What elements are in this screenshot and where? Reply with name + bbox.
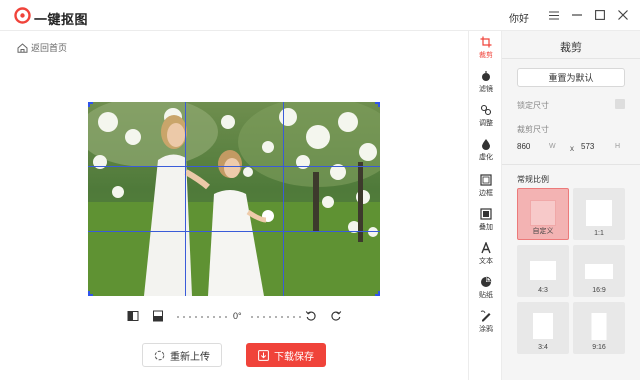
back-home-link[interactable]: 返回首页 — [17, 41, 67, 54]
tool-label: 裁剪 — [479, 52, 493, 59]
flip-vertical-icon[interactable] — [152, 310, 164, 322]
rotation-angle: 0° — [233, 311, 242, 321]
back-home-label: 返回首页 — [31, 43, 68, 53]
ratio-label: 9:16 — [592, 344, 606, 351]
adjust-icon — [480, 104, 492, 116]
ratios-title: 常规比例 — [517, 175, 549, 184]
app-title: 一键抠图 — [34, 12, 89, 27]
photo — [88, 102, 380, 296]
crop-handle[interactable] — [88, 291, 93, 296]
rotate-right-icon[interactable] — [330, 310, 342, 322]
tool-label: 叠加 — [479, 224, 493, 231]
crop-panel: 裁剪 重置为默认 锁定尺寸 裁剪尺寸 860 W x 573 H 常规比例 自定… — [502, 31, 640, 380]
ratio-custom[interactable]: 自定义 — [517, 188, 569, 240]
filter-icon — [482, 71, 490, 81]
ratio-preview — [530, 261, 556, 280]
ratio-preview — [586, 200, 612, 226]
tool-sidebar: 裁剪 滤镜 调整 虚化 边框 叠加 文本 贴纸 涂鸦 — [468, 31, 502, 380]
crop-grid-line — [88, 231, 380, 232]
tool-sticker[interactable]: 贴纸 — [469, 273, 503, 307]
ratio-preview — [533, 313, 553, 339]
crop-grid-line — [88, 166, 380, 167]
tool-label: 调整 — [479, 120, 493, 127]
tool-label: 滤镜 — [479, 86, 493, 93]
height-field[interactable]: 573 — [581, 142, 594, 151]
border-icon — [480, 174, 492, 186]
tool-label: 贴纸 — [479, 292, 493, 299]
tool-label: 虚化 — [479, 154, 493, 161]
crop-grid-line — [185, 102, 186, 296]
download-save-button[interactable]: 下载保存 — [246, 343, 326, 367]
rotation-slider-left[interactable] — [175, 316, 227, 318]
rotate-left-icon[interactable] — [305, 310, 317, 322]
menu-icon[interactable] — [548, 9, 560, 21]
width-unit: W — [549, 143, 556, 150]
divider — [502, 58, 640, 59]
crop-grid-line — [283, 102, 284, 296]
lock-size-label: 锁定尺寸 — [517, 101, 549, 110]
download-icon — [258, 349, 269, 361]
tool-border[interactable]: 边框 — [469, 171, 503, 205]
ratio-label: 3:4 — [538, 344, 548, 351]
reupload-button[interactable]: 重新上传 — [142, 343, 222, 367]
ratio-preview — [585, 264, 613, 279]
home-icon — [17, 42, 28, 53]
doodle-icon — [480, 310, 491, 322]
ratio-label: 4:3 — [538, 287, 548, 294]
ratio-9-16[interactable]: 9:16 — [573, 302, 625, 354]
crop-handle[interactable] — [88, 102, 93, 107]
ratio-label: 16:9 — [592, 287, 606, 294]
size-separator: x — [570, 144, 574, 153]
crop-handle[interactable] — [375, 291, 380, 296]
download-save-label: 下载保存 — [274, 351, 314, 363]
maximize-icon[interactable] — [594, 9, 606, 21]
user-greeting[interactable]: 你好 — [509, 10, 529, 25]
close-icon[interactable] — [617, 9, 629, 21]
ratio-16-9[interactable]: 16:9 — [573, 245, 625, 297]
ratio-label: 自定义 — [532, 228, 554, 235]
crop-icon — [480, 36, 492, 48]
tool-label: 涂鸦 — [479, 326, 493, 333]
app-logo-icon — [14, 7, 31, 24]
refresh-icon — [154, 350, 165, 360]
tool-adjust[interactable]: 调整 — [469, 101, 503, 135]
ratio-preview — [530, 200, 556, 226]
title-bar: 一键抠图 你好 — [0, 0, 640, 31]
crop-size-label: 裁剪尺寸 — [517, 125, 549, 134]
panel-title: 裁剪 — [560, 42, 582, 54]
rotation-slider-right[interactable] — [249, 316, 301, 318]
tool-text[interactable]: 文本 — [469, 239, 503, 273]
reupload-label: 重新上传 — [170, 351, 210, 363]
ratio-label: 1:1 — [594, 230, 604, 237]
crop-handle[interactable] — [375, 102, 380, 107]
tool-crop[interactable]: 裁剪 — [469, 33, 503, 67]
ratio-4-3[interactable]: 4:3 — [517, 245, 569, 297]
lock-size-checkbox[interactable] — [615, 99, 625, 109]
tool-label: 边框 — [479, 190, 493, 197]
image-canvas[interactable] — [88, 102, 380, 296]
tool-blur[interactable]: 虚化 — [469, 135, 503, 169]
sticker-icon — [481, 276, 492, 287]
divider — [502, 164, 640, 165]
minimize-icon[interactable] — [571, 9, 583, 21]
flip-horizontal-icon[interactable] — [127, 310, 139, 322]
blur-icon — [482, 139, 490, 150]
ratio-preview — [591, 313, 607, 340]
width-field[interactable]: 860 — [517, 142, 530, 151]
tool-overlay[interactable]: 叠加 — [469, 205, 503, 239]
tool-label: 文本 — [479, 258, 493, 265]
height-unit: H — [615, 143, 621, 150]
transform-toolbar: 0° — [125, 309, 347, 325]
tool-doodle[interactable]: 涂鸦 — [469, 307, 503, 341]
ratio-1-1[interactable]: 1:1 — [573, 188, 625, 240]
tool-filter[interactable]: 滤镜 — [469, 67, 503, 101]
reset-default-button[interactable]: 重置为默认 — [517, 68, 625, 87]
overlay-icon — [480, 208, 492, 220]
text-icon — [481, 242, 491, 254]
ratio-3-4[interactable]: 3:4 — [517, 302, 569, 354]
